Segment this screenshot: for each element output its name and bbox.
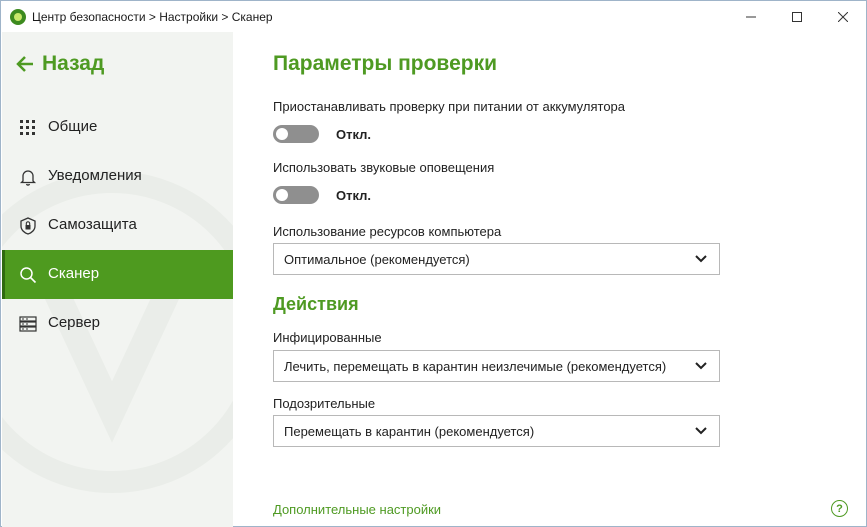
grid-icon: [20, 120, 35, 135]
sidebar-item-general[interactable]: Общие: [2, 103, 233, 152]
close-button[interactable]: [820, 1, 866, 32]
resources-select-value: Оптимальное (рекомендуется): [284, 252, 470, 267]
sidebar: Назад Общие Уведомления Самозащита Скане…: [2, 32, 233, 527]
sidebar-item-notifications[interactable]: Уведомления: [2, 152, 233, 201]
sidebar-item-label: Общие: [48, 118, 98, 135]
back-label: Назад: [42, 52, 105, 75]
suspicious-select[interactable]: Перемещать в карантин (рекомендуется): [273, 415, 720, 447]
server-icon: [19, 316, 37, 332]
actions-section-title: Действия: [273, 294, 359, 314]
shield-icon: [20, 217, 36, 235]
sidebar-item-label: Уведомления: [48, 167, 142, 184]
battery-toggle[interactable]: [273, 125, 319, 143]
infected-select[interactable]: Лечить, перемещать в карантин неизлечимы…: [273, 350, 720, 382]
battery-setting-label: Приостанавливать проверку при питании от…: [273, 99, 626, 114]
page-title: Параметры проверки: [273, 52, 497, 75]
app-window: Центр безопасности > Настройки > Сканер …: [0, 0, 867, 527]
sidebar-item-label: Сервер: [48, 314, 101, 331]
app-logo-icon: [10, 9, 26, 25]
suspicious-select-value: Перемещать в карантин (рекомендуется): [284, 424, 535, 439]
bell-icon: [19, 170, 37, 186]
chevron-down-icon: [695, 255, 707, 263]
suspicious-label: Подозрительные: [273, 396, 376, 411]
sidebar-item-self-protection[interactable]: Самозащита: [2, 201, 233, 250]
help-icon[interactable]: ?: [831, 500, 848, 517]
title-bar: Центр безопасности > Настройки > Сканер: [1, 1, 866, 32]
minimize-icon: [746, 16, 756, 17]
main-content: Параметры проверки Приостанавливать пров…: [233, 32, 866, 527]
battery-toggle-state: Откл.: [336, 126, 372, 142]
window-title: Центр безопасности > Настройки > Сканер: [32, 10, 273, 24]
search-icon: [20, 267, 37, 284]
battery-toggle-row: Откл.: [273, 125, 371, 143]
chevron-down-icon: [695, 427, 707, 435]
sidebar-item-server[interactable]: Сервер: [2, 299, 233, 348]
sound-toggle-state: Откл.: [336, 187, 372, 203]
sound-toggle-row: Откл.: [273, 186, 371, 204]
arrow-left-icon: [16, 56, 33, 72]
back-button[interactable]: Назад: [16, 52, 104, 76]
infected-select-value: Лечить, перемещать в карантин неизлечимы…: [284, 359, 667, 374]
chevron-down-icon: [695, 362, 707, 370]
infected-label: Инфицированные: [273, 330, 382, 345]
sound-setting-label: Использовать звуковые оповещения: [273, 160, 495, 175]
minimize-button[interactable]: [728, 1, 774, 32]
sidebar-item-scanner[interactable]: Сканер: [2, 250, 233, 299]
maximize-button[interactable]: [774, 1, 820, 32]
advanced-settings-link[interactable]: Дополнительные настройки: [273, 502, 441, 517]
resources-select[interactable]: Оптимальное (рекомендуется): [273, 243, 720, 275]
sidebar-item-label: Самозащита: [48, 216, 137, 233]
close-icon: [838, 11, 848, 22]
sound-toggle[interactable]: [273, 186, 319, 204]
resources-label: Использование ресурсов компьютера: [273, 224, 502, 239]
maximize-icon: [792, 11, 802, 22]
sidebar-item-label: Сканер: [48, 265, 100, 282]
